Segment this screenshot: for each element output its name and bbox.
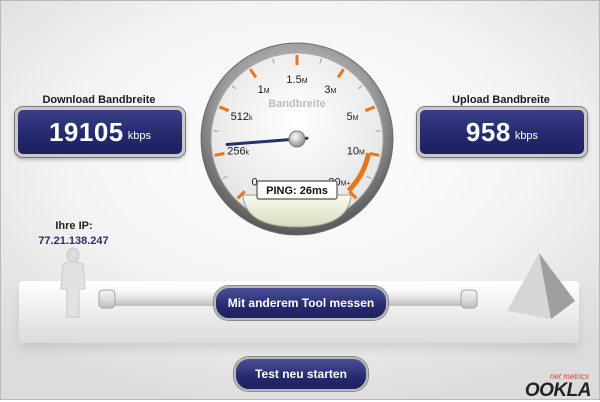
- other-tool-button[interactable]: Mit anderem Tool messen: [214, 286, 388, 320]
- download-readout: 19105 kbps: [15, 107, 185, 157]
- download-label: Download Bandbreite: [19, 94, 179, 106]
- restart-test-button[interactable]: Test neu starten: [234, 357, 368, 391]
- other-tool-button-label: Mit anderem Tool messen: [228, 296, 374, 310]
- gauge-tick: [370, 153, 380, 155]
- gauge-hub: [289, 131, 305, 147]
- download-unit: kbps: [128, 130, 151, 142]
- restart-test-button-label: Test neu starten: [255, 367, 347, 381]
- gauge-title: Bandbreite: [268, 98, 325, 110]
- ip-label: Ihre IP:: [39, 220, 109, 232]
- ookla-logo[interactable]: net metrics OOKLA: [521, 372, 597, 398]
- ping-text: PING: 26ms: [266, 185, 328, 197]
- upload-label: Upload Bandbreite: [419, 94, 583, 106]
- upload-readout: 958 kbps: [417, 107, 587, 157]
- speed-gauge: 0256k512k1M1.5M3M5M10M20M+ Bandbreite PI…: [197, 37, 397, 247]
- person-figure: [55, 247, 91, 319]
- upload-unit: kbps: [515, 130, 538, 142]
- ip-address: 77.21.138.247: [21, 235, 126, 247]
- gauge-tick: [215, 153, 225, 155]
- upload-value: 958: [466, 117, 511, 148]
- server-pyramid: [499, 249, 579, 321]
- logo-wordmark: OOKLA: [525, 380, 591, 402]
- download-value: 19105: [49, 117, 124, 148]
- speedtest-stage: Download Bandbreite 19105 kbps Upload Ba…: [0, 0, 600, 400]
